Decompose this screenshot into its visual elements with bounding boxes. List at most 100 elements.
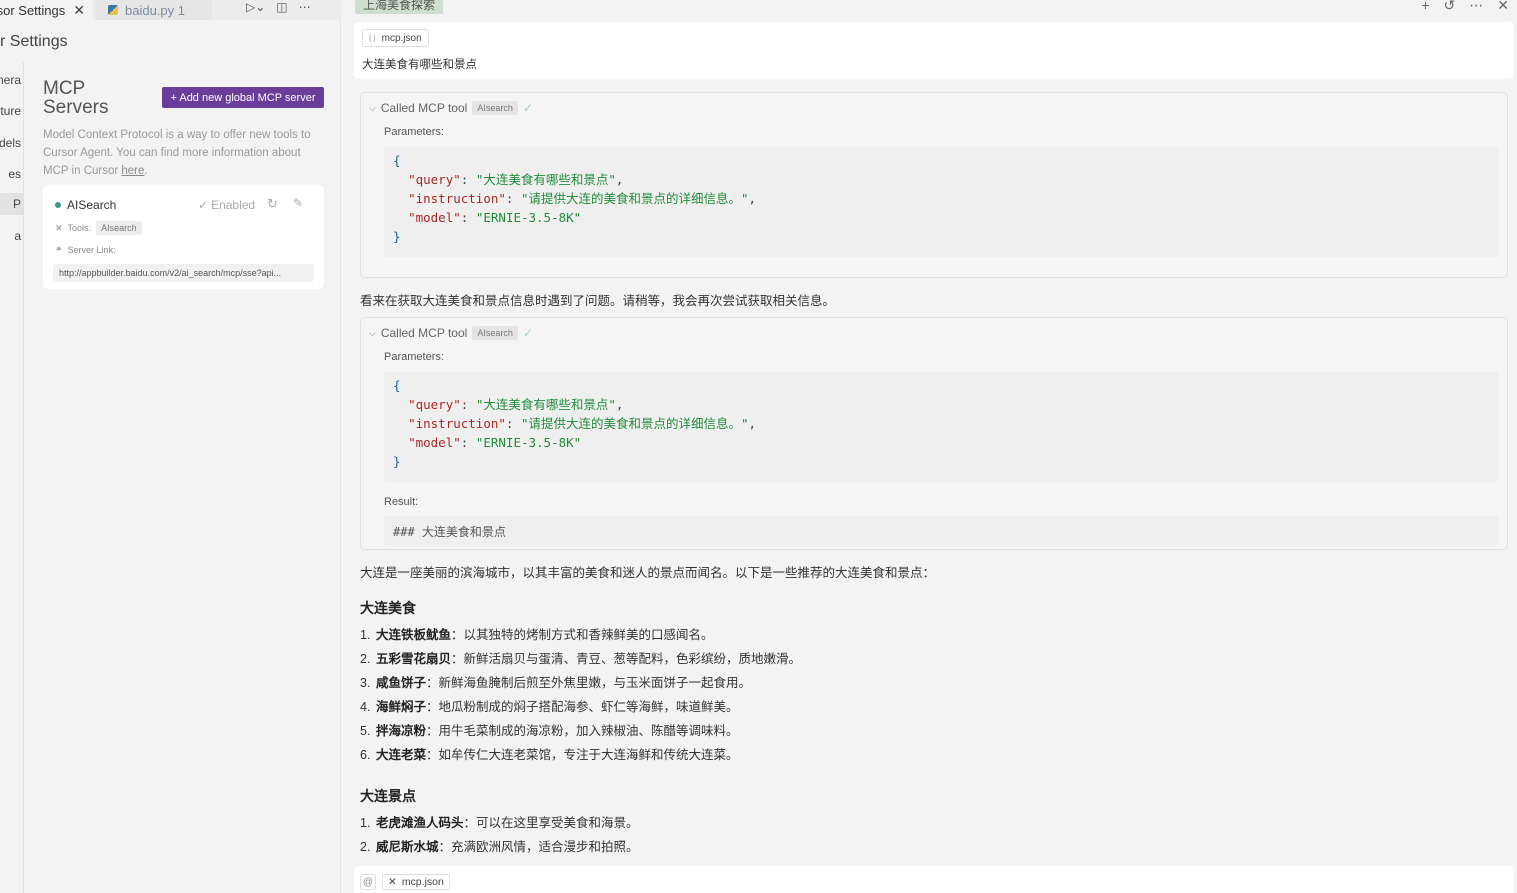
- user-message-text: 大连美食有哪些和景点: [362, 59, 477, 71]
- user-message[interactable]: { } mcp.json 大连美食有哪些和景点: [354, 22, 1514, 79]
- list-item: 6. 大连老菜：如牟传仁大连老菜馆，专注于大连海鲜和传统大连菜。: [360, 748, 739, 762]
- tools-icon: ✕: [55, 222, 63, 233]
- model-value: ERNIE-3.5-8K: [483, 435, 574, 450]
- parameters-code-block: { "query": "大连美食有哪些和景点", "instruction": …: [384, 372, 1499, 482]
- mcp-tool-call-card: ⌵ Called MCP tool AIsearch ✓ Parameters:…: [360, 92, 1508, 278]
- tab-label: baidu.py 1: [125, 2, 185, 18]
- mcp-server-card: AISearch ✓ Enabled ↻ ✎ ✕ Tools: AIsearch …: [43, 185, 324, 289]
- tool-call-header[interactable]: ⌵ Called MCP tool AIsearch ✓: [369, 101, 533, 115]
- mcp-description-text: Model Context Protocol is a way to offer…: [43, 129, 311, 177]
- result-block: ### 大连美食和景点: [384, 516, 1499, 546]
- editor-actions: ▷⌄ ◫ ⋯: [246, 0, 311, 14]
- food-desc: ：新鲜海鱼腌制后煎至外焦里嫩，与玉米面饼子一起食用。: [426, 676, 752, 690]
- code-line-model: "model": "ERNIE-3.5-8K": [408, 435, 582, 450]
- chat-title[interactable]: 上海美食探索: [355, 0, 444, 14]
- food-name: 咸鱼饼子: [376, 676, 427, 690]
- close-icon[interactable]: ✕: [73, 2, 85, 19]
- list-item: 5. 拌海凉粉：用牛毛菜制成的海凉粉，加入辣椒油、陈醋等调味料。: [360, 724, 739, 738]
- link-icon: ⚭: [55, 244, 63, 254]
- nav-item-mcp[interactable]: P: [0, 193, 23, 215]
- instruction-value: 请提供大连的美食和景点的详细信息。: [528, 416, 742, 431]
- spot-name: 威尼斯水城: [376, 840, 439, 854]
- more-icon[interactable]: ⋯: [1469, 0, 1483, 14]
- run-icon[interactable]: ▷⌄: [246, 0, 265, 14]
- check-icon: ✓: [522, 101, 533, 115]
- edit-icon[interactable]: ✎: [293, 196, 303, 210]
- server-status-label: Enabled: [211, 198, 256, 212]
- chat-header-actions: + ↺ ⋯ ✕: [1421, 0, 1509, 14]
- close-icon[interactable]: ✕: [1497, 0, 1509, 14]
- code-line-model: "model": "ERNIE-3.5-8K": [408, 210, 582, 225]
- history-icon[interactable]: ↺: [1444, 0, 1456, 14]
- server-tools-row: ✕ Tools: AIsearch: [55, 221, 142, 235]
- split-editor-icon[interactable]: ◫: [276, 0, 287, 14]
- food-desc: ：如牟传仁大连老菜馆，专注于大连海鲜和传统大连菜。: [426, 748, 739, 762]
- list-item: 1. 老虎滩渔人码头：可以在这里享受美食和海景。: [360, 816, 639, 830]
- food-name: 大连老菜: [376, 748, 427, 762]
- mention-button[interactable]: @: [360, 874, 376, 890]
- food-name: 海鲜焖子: [376, 700, 427, 714]
- tab-baidu-py[interactable]: baidu.py 1: [96, 0, 212, 20]
- food-name: 五彩雪花扇贝: [376, 652, 452, 666]
- file-chip-label: mcp.json: [381, 32, 422, 44]
- server-url: http://appbuilder.baidu.com/v2/ai_search…: [53, 264, 314, 282]
- nav-item-rules[interactable]: es: [0, 163, 23, 185]
- add-global-mcp-server-button[interactable]: + Add new global MCP server: [162, 87, 324, 108]
- new-chat-icon[interactable]: +: [1421, 0, 1429, 14]
- editor-tab-bar: sor Settings ✕ baidu.py 1 ▷⌄ ◫ ⋯: [0, 0, 341, 20]
- list-item: 2. 五彩雪花扇贝：新鲜活扇贝与蛋清、青豆、葱等配料，色彩缤纷，质地嫩滑。: [360, 652, 802, 666]
- tool-call-title: Called MCP tool: [380, 101, 468, 115]
- list-item: 2. 威尼斯水城：充满欧洲风情，适合漫步和拍照。: [360, 840, 639, 854]
- food-name: 大连铁板鱿鱼: [376, 628, 452, 642]
- spots-list: 1. 老虎滩渔人码头：可以在这里享受美食和海景。 2. 威尼斯水城：充满欧洲风情，适…: [360, 811, 639, 859]
- tool-chip: AIsearch: [96, 221, 142, 235]
- food-heading: 大连美食: [360, 600, 416, 616]
- tool-call-title: Called MCP tool: [380, 326, 468, 340]
- code-line-instruction: "instruction": "请提供大连的美食和景点的详细信息。",: [408, 416, 757, 431]
- more-icon[interactable]: ⋯: [299, 0, 311, 14]
- refresh-icon[interactable]: ↻: [267, 196, 278, 212]
- assistant-intro-text: 大连是一座美丽的滨海城市，以其丰富的美食和迷人的景点而闻名。以下是一些推荐的大连…: [360, 566, 936, 580]
- spot-name: 老虎滩渔人码头: [376, 816, 464, 830]
- nav-item-beta[interactable]: a: [0, 225, 23, 247]
- query-value: 大连美食有哪些和景点: [483, 172, 609, 187]
- food-desc: ：新鲜活扇贝与蛋清、青豆、葱等配料，色彩缤纷，质地嫩滑。: [451, 652, 802, 666]
- mcp-tool-call-card: ⌵ Called MCP tool AIsearch ✓ Parameters:…: [360, 317, 1508, 550]
- nav-item-general[interactable]: nera: [0, 69, 23, 91]
- file-chip-label: mcp.json: [401, 876, 444, 888]
- list-item: 1. 大连铁板鱿鱼：以其独特的烤制方式和香辣鲜美的口感闻名。: [360, 628, 714, 642]
- tab-cursor-settings[interactable]: sor Settings ✕: [0, 0, 93, 20]
- tool-chip: AIsearch: [472, 326, 518, 340]
- assistant-retry-text: 看来在获取大连美食和景点信息时遇到了问题。请稍等，我会再次尝试获取相关信息。: [360, 294, 836, 308]
- parameters-code-block: { "query": "大连美食有哪些和景点", "instruction": …: [384, 147, 1499, 257]
- close-icon[interactable]: ✕: [388, 876, 397, 888]
- mcp-docs-link[interactable]: here: [121, 165, 144, 177]
- server-status-toggle[interactable]: ✓ Enabled: [198, 198, 255, 212]
- status-dot-icon: [55, 202, 61, 208]
- spot-desc: ：充满欧洲风情，适合漫步和拍照。: [438, 840, 639, 854]
- code-brace-open: {: [393, 378, 401, 393]
- code-line-query: "query": "大连美食有哪些和景点",: [408, 172, 624, 187]
- nav-item-features[interactable]: ture: [0, 100, 23, 122]
- spots-heading: 大连景点: [360, 788, 416, 804]
- code-line-query: "query": "大连美食有哪些和景点",: [408, 397, 624, 412]
- spot-desc: ：可以在这里享受美食和海景。: [463, 816, 639, 830]
- settings-editor-pane: sor Settings ✕ baidu.py 1 ▷⌄ ◫ ⋯ r Setti…: [0, 0, 341, 893]
- list-item: 4. 海鲜焖子：地瓜粉制成的焖子搭配海参、虾仁等海鲜，味道鲜美。: [360, 700, 739, 714]
- chat-composer[interactable]: @ ✕ mcp.json: [354, 866, 1514, 893]
- parameters-label: Parameters:: [384, 351, 444, 363]
- python-file-icon: [108, 5, 118, 15]
- nav-item-models[interactable]: dels: [0, 132, 23, 154]
- code-brace-open: {: [393, 153, 401, 168]
- server-link-label: Server Link:: [67, 244, 116, 255]
- chevron-down-icon: ⌵: [369, 102, 376, 113]
- app-window: sor Settings ✕ baidu.py 1 ▷⌄ ◫ ⋯ r Setti…: [0, 0, 1517, 893]
- tool-chip: AIsearch: [472, 101, 518, 115]
- tool-call-header[interactable]: ⌵ Called MCP tool AIsearch ✓: [369, 326, 533, 340]
- context-file-chip[interactable]: { } mcp.json: [362, 29, 429, 47]
- chevron-down-icon: ⌵: [369, 327, 376, 338]
- food-desc: ：用牛毛菜制成的海凉粉，加入辣椒油、陈醋等调味料。: [426, 724, 739, 738]
- context-file-chip[interactable]: ✕ mcp.json: [382, 874, 450, 890]
- food-desc: ：地瓜粉制成的焖子搭配海参、虾仁等海鲜，味道鲜美。: [426, 700, 739, 714]
- mcp-heading: MCP Servers: [43, 78, 109, 118]
